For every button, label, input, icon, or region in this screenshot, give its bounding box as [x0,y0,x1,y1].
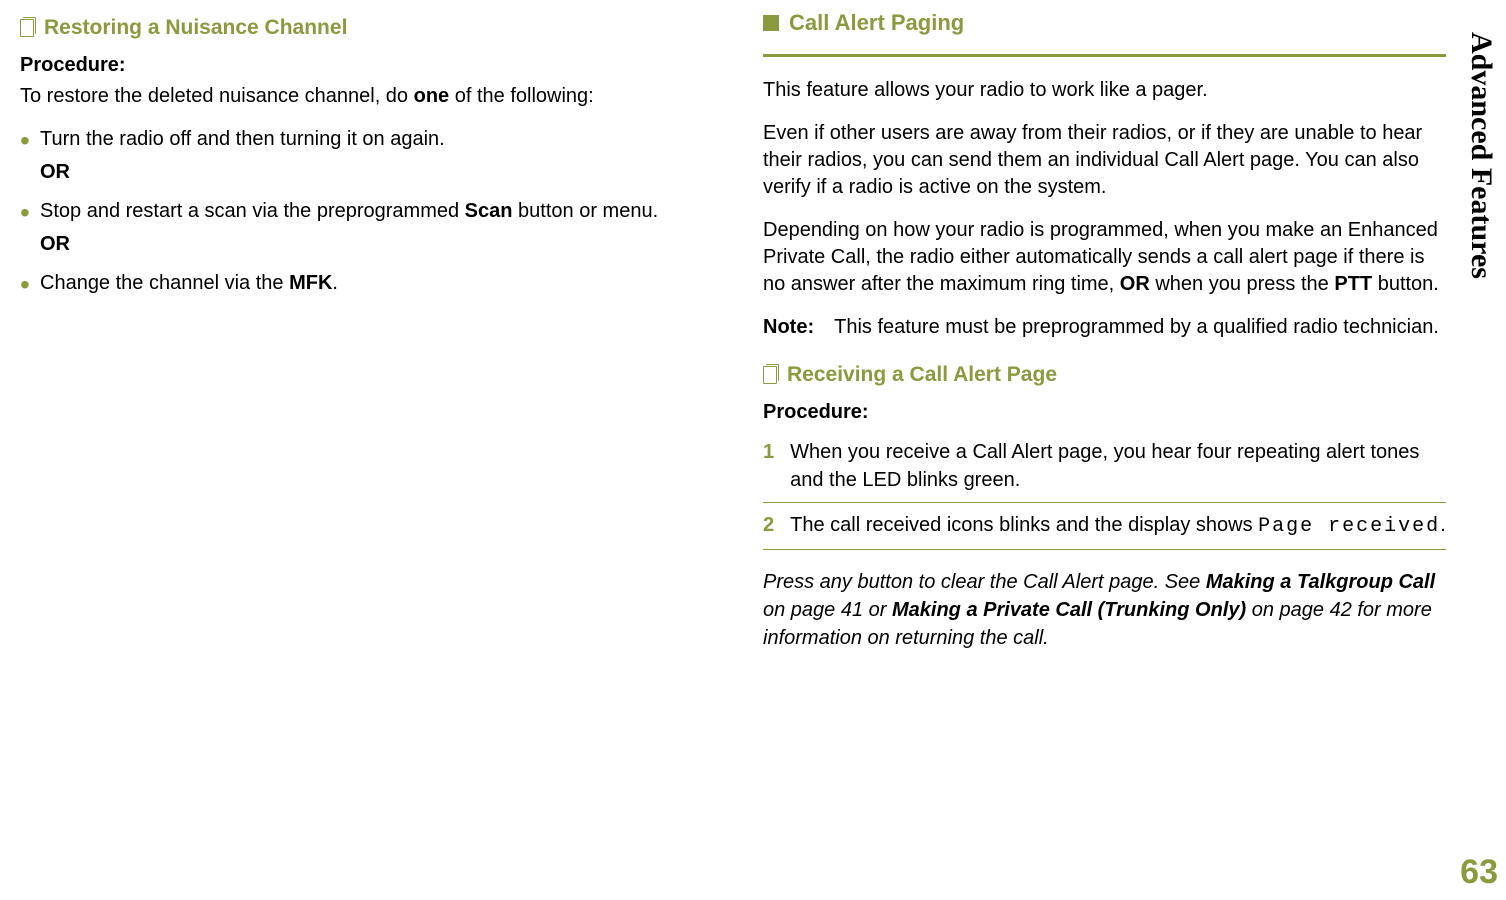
intro-pre: To restore the deleted nuisance channel,… [20,85,414,107]
bullet3-bold: MFK [289,272,332,294]
restoring-heading: Restoring a Nuisance Channel [20,16,703,40]
bullet2-pre: Stop and restart a scan via the preprogr… [40,200,465,222]
bullet3-post: . [332,272,338,294]
intro-post: of the following: [449,85,594,107]
note-text: This feature must be preprogrammed by a … [834,314,1439,341]
list-item: Change the channel via the MFK. [40,270,703,297]
step-number: 1 [763,438,774,494]
step2-code: Page received [1258,515,1440,538]
receiving-heading: Receiving a Call Alert Page [763,363,1446,387]
square-icon [763,15,779,31]
closing-b1: Making a Talkgroup Call [1206,571,1435,593]
side-chapter-label: Advanced Features [1464,32,1498,279]
left-column: Restoring a Nuisance Channel Procedure: … [10,10,713,840]
paragraph-2: Even if other users are away from their … [763,120,1446,201]
call-alert-heading-text: Call Alert Paging [789,10,964,36]
receiving-steps: 1 When you receive a Call Alert page, yo… [763,430,1446,550]
paragraph-3: Depending on how your radio is programme… [763,217,1446,298]
step2-pre: The call received icons blinks and the d… [790,514,1258,536]
list-item: 2 The call received icons blinks and the… [763,503,1446,550]
paragraph-1: This feature allows your radio to work l… [763,77,1446,104]
list-item: Stop and restart a scan via the preprogr… [40,198,703,258]
list-item: 1 When you receive a Call Alert page, yo… [763,430,1446,503]
or-separator: OR [40,231,703,258]
call-alert-heading: Call Alert Paging [763,10,1446,36]
restoring-heading-text: Restoring a Nuisance Channel [44,16,347,40]
closing-b2: Making a Private Call (Trunking Only) [892,599,1246,621]
step1-text: When you receive a Call Alert page, you … [790,438,1446,494]
page-number: 63 [1460,853,1498,892]
bullet1-text: Turn the radio off and then turning it o… [40,128,445,150]
note-block: Note: This feature must be preprogrammed… [763,314,1446,341]
bullet3-pre: Change the channel via the [40,272,289,294]
receiving-heading-text: Receiving a Call Alert Page [787,363,1057,387]
closing-a: Press any button to clear the Call Alert… [763,571,1206,593]
procedure-label-left: Procedure: [20,54,703,77]
p3-ptt: PTT [1334,273,1372,295]
intro-bold: one [414,85,450,107]
step2-wrap: The call received icons blinks and the d… [790,511,1446,541]
list-item: Turn the radio off and then turning it o… [40,126,703,186]
p3-or: OR [1120,273,1150,295]
step2-post: . [1440,514,1446,536]
book-icon [763,366,777,384]
note-label: Note: [763,314,814,341]
procedure-label-right: Procedure: [763,401,1446,424]
closing-c: on page 41 or [763,599,892,621]
bullet2-bold: Scan [465,200,513,222]
restore-intro: To restore the deleted nuisance channel,… [20,83,703,110]
right-column: Call Alert Paging This feature allows yo… [753,10,1456,840]
restore-options: Turn the radio off and then turning it o… [20,126,703,297]
section-divider [763,54,1446,57]
or-separator: OR [40,159,703,186]
p3-c: button. [1372,273,1439,295]
step-number: 2 [763,511,774,541]
bullet2-post: button or menu. [512,200,658,222]
closing-note: Press any button to clear the Call Alert… [763,568,1446,652]
p3-b: when you press the [1150,273,1335,295]
book-icon [20,19,34,37]
